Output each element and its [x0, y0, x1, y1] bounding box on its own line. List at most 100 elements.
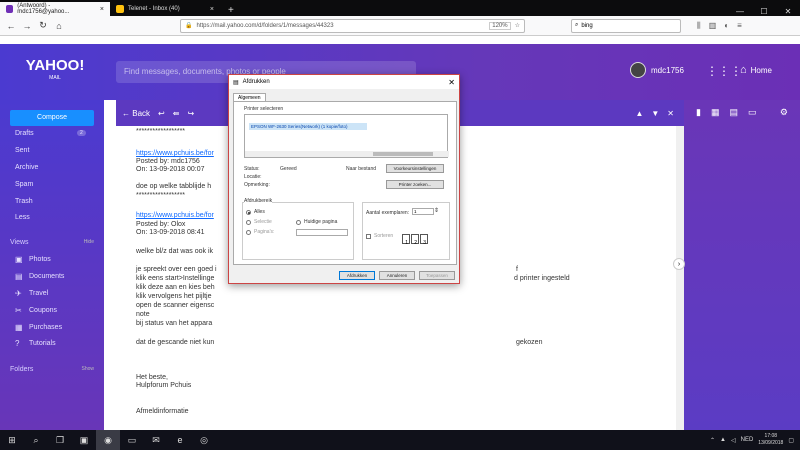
task-view-icon[interactable]: ❐ — [48, 435, 72, 446]
close-tab-icon[interactable]: × — [100, 6, 104, 13]
gear-icon[interactable]: ⚙ — [780, 107, 788, 118]
message-line: je spreekt over een goed i — [136, 266, 217, 273]
new-tab-button[interactable]: + — [220, 5, 242, 16]
network-icon[interactable]: ▲ — [720, 437, 726, 443]
layout-icon[interactable]: ▭ — [748, 107, 757, 118]
sidebar-item-spam[interactable]: Spam — [15, 181, 33, 188]
close-window-icon[interactable]: ✕ — [776, 7, 800, 16]
dialog-title-bar: ▤ Afdrukken ✕ — [229, 75, 459, 89]
windows-start-icon[interactable]: ⊞ — [0, 435, 24, 446]
browser-search-bar[interactable]: ⌕ bing — [571, 18, 681, 33]
close-message-icon[interactable]: ✕ — [667, 109, 674, 118]
notifications-icon[interactable]: ▢ — [788, 437, 794, 444]
sidebar-item-coupons[interactable]: ✂ Coupons — [15, 306, 57, 315]
sidebar-item-travel[interactable]: ✈ Travel — [15, 289, 48, 298]
message-scrollbar[interactable] — [676, 126, 684, 430]
folders-heading: Folders Show — [10, 366, 94, 373]
reload-icon[interactable]: ↻ — [38, 20, 48, 31]
compose-button[interactable]: Compose — [10, 110, 94, 126]
home-button[interactable]: ⌂ Home — [740, 64, 772, 76]
search-icon[interactable]: ⌕ — [24, 435, 48, 446]
image-icon: ▣ — [15, 255, 23, 264]
sidebar-item-drafts[interactable]: Drafts 2 — [15, 130, 86, 137]
yahoo-mail-logo[interactable]: YAHOO! MAIL — [0, 58, 110, 84]
back-button[interactable]: ← Back — [122, 109, 150, 118]
sidebar-item-documents[interactable]: ▤ Documents — [15, 272, 64, 281]
message-link[interactable]: https://www.pchuis.be/for — [136, 150, 214, 157]
printer-select-label: Printer selecteren — [244, 106, 284, 112]
reply-all-icon[interactable]: ⇚ — [173, 109, 180, 118]
folders-show-link[interactable]: Show — [81, 366, 94, 372]
expand-arrow-icon[interactable]: › — [673, 258, 685, 270]
message-line: Afmeldinformatie — [136, 408, 189, 415]
tab-telenet[interactable]: Telenet - Inbox (40) × — [110, 2, 220, 16]
sidebar-toggle-icon[interactable]: ▥ — [709, 21, 717, 31]
previous-message-icon[interactable]: ▲ — [635, 109, 643, 118]
sidebar-item-photos[interactable]: ▣ Photos — [15, 255, 51, 264]
close-icon[interactable]: ✕ — [448, 78, 455, 87]
mail-icon[interactable]: ✉ — [144, 435, 168, 446]
minimize-icon[interactable]: — — [728, 7, 752, 16]
printer-list[interactable]: EPSON WF-2630 Series(Network) (1 kopie/f… — [244, 114, 449, 158]
tab-title: Telenet - Inbox (40) — [128, 6, 180, 12]
reply-icon[interactable]: ↩ — [158, 109, 165, 118]
maximize-icon[interactable]: ☐ — [752, 7, 776, 16]
contacts-icon[interactable]: ▮ — [696, 107, 701, 118]
store-icon[interactable]: ▣ — [72, 435, 96, 446]
close-tab-icon[interactable]: × — [210, 6, 214, 13]
message-link[interactable]: https://www.pchuis.be/for — [136, 212, 214, 219]
language-indicator[interactable]: NED — [741, 437, 754, 443]
sidebar-item-purchases[interactable]: ▦ Purchases — [15, 323, 62, 332]
menu-icon[interactable]: ≡ — [737, 21, 742, 31]
tab-yahoo-mail[interactable]: (Antwoord) - mdc1756@yahoo... × — [0, 2, 110, 16]
radio-selection[interactable] — [246, 220, 251, 225]
find-printer-button[interactable]: Printer zoeken... — [386, 180, 444, 189]
printer-list-scrollbar[interactable] — [245, 151, 449, 157]
message-line: On: 13-09-2018 00:07 — [136, 166, 205, 173]
next-message-icon[interactable]: ▼ — [651, 109, 659, 118]
back-arrow-icon[interactable]: ← — [6, 21, 16, 31]
radio-all[interactable] — [246, 210, 251, 215]
clock[interactable]: 17:08 13/09/2018 — [758, 433, 783, 447]
cancel-button[interactable]: Annuleren — [379, 271, 415, 280]
sidebar-item-less[interactable]: Less — [15, 214, 30, 221]
sidebar-item-tutorials[interactable]: ? Tutorials — [15, 339, 56, 348]
views-hide-link[interactable]: Hide — [84, 239, 94, 245]
message-line: doe op welke tabblijde h — [136, 183, 212, 190]
apps-grid-icon[interactable]: ⋮⋮⋮ — [706, 64, 742, 78]
tray-arrow-icon[interactable]: ⌃ — [710, 437, 715, 444]
selected-printer[interactable]: EPSON WF-2630 Series(Network) (1 kopie/f… — [249, 123, 367, 130]
forward-arrow-icon[interactable]: → — [22, 21, 32, 31]
sidebar-item-archive[interactable]: Archive — [15, 164, 38, 171]
print-to-file-label[interactable]: Naar bestand — [346, 166, 376, 172]
file-explorer-icon[interactable]: ▭ — [120, 435, 144, 446]
copies-spinner-icon[interactable]: ⇕ — [434, 207, 439, 214]
zoom-level[interactable]: 120% — [489, 21, 511, 30]
sidebar-item-sent[interactable]: Sent — [15, 147, 29, 154]
collate-checkbox[interactable] — [366, 234, 371, 239]
library-icon[interactable]: ⫼ — [697, 21, 701, 31]
message-line: f — [516, 266, 518, 273]
taskbar-app-firefox[interactable]: ◉ — [96, 430, 120, 450]
volume-icon[interactable]: ◁ — [731, 437, 736, 444]
bookmark-star-icon[interactable]: ☆ — [515, 22, 520, 29]
sidebar-item-trash[interactable]: Trash — [15, 198, 33, 205]
notepad-icon[interactable]: ▤ — [729, 107, 738, 118]
home-icon[interactable]: ⌂ — [54, 21, 64, 31]
url-bar[interactable]: 🔒 https://mail.yahoo.com/d/folders/1/mes… — [180, 18, 525, 33]
windows-taskbar: ⊞ ⌕ ❐ ▣ ◉ ▭ ✉ e ◎ ⌃ ▲ ◁ NED 17:08 13/09/… — [0, 430, 800, 450]
preferences-button[interactable]: Voorkeursinstellingen — [386, 164, 444, 173]
message-line: klik deze aan en kies beh — [136, 284, 215, 291]
forward-icon[interactable]: ↪ — [187, 109, 194, 118]
radio-current-page[interactable] — [296, 220, 301, 225]
user-profile[interactable]: mdc1756 — [630, 62, 684, 78]
pages-input[interactable] — [296, 229, 348, 236]
calendar-icon[interactable]: ▦ — [711, 107, 720, 118]
copies-input[interactable]: 1 — [412, 208, 434, 215]
apply-button[interactable]: Toepassen — [419, 271, 455, 280]
radio-pages[interactable] — [246, 230, 251, 235]
edge-icon[interactable]: e — [168, 435, 192, 445]
chrome-icon[interactable]: ◎ — [192, 435, 216, 446]
print-button[interactable]: Afdrukken — [339, 271, 375, 280]
extension-icon[interactable]: ◐ — [724, 21, 729, 31]
